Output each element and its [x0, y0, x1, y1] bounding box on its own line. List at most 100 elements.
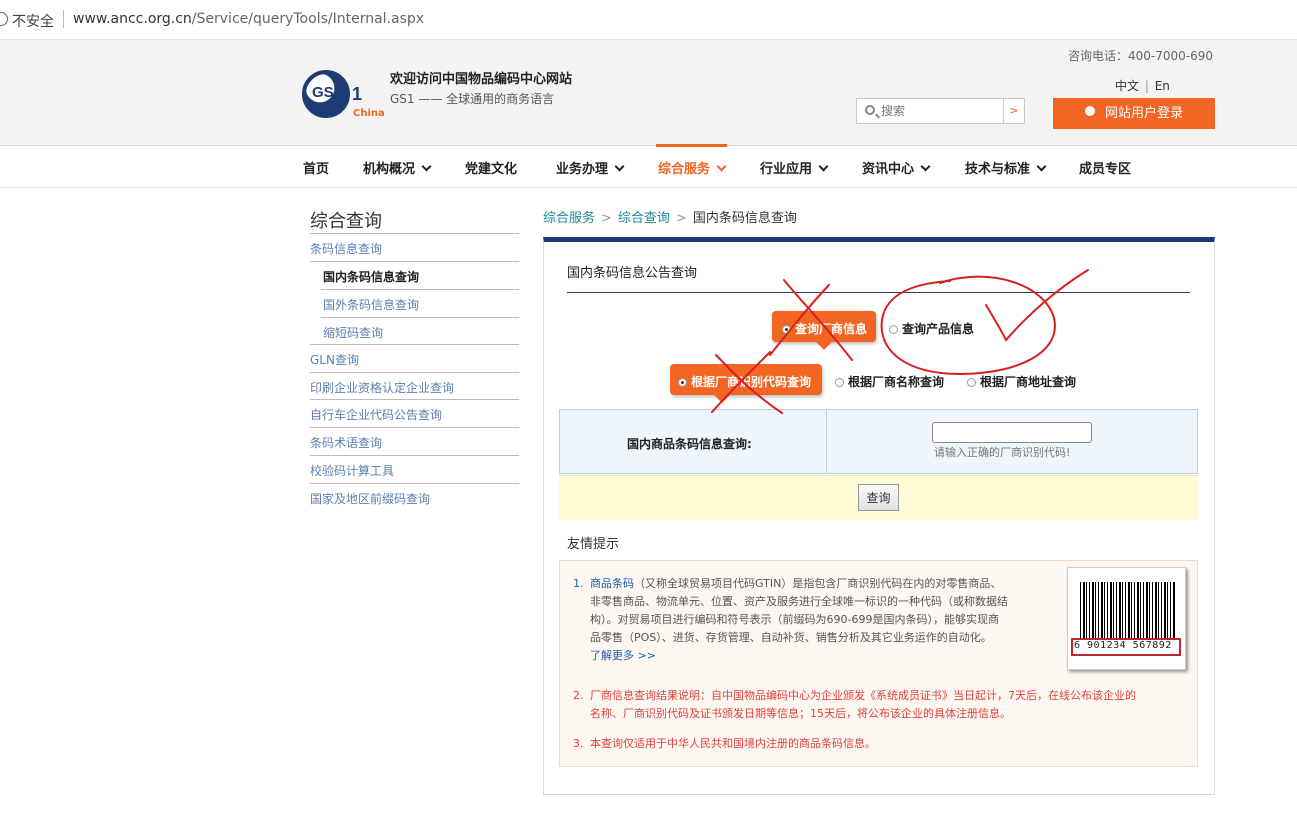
learn-more-link[interactable]: 了解更多 >> [590, 647, 1060, 665]
radio-icon [889, 325, 898, 334]
query-button[interactable]: 查询 [858, 484, 899, 511]
site-header: GS 1 China 欢迎访问中国物品编码中心网站 GS1 —— 全球通用的商务… [0, 40, 1297, 146]
query-type-manufacturer-label: 查询厂商信息 [795, 322, 868, 336]
tip-1-line-3: 构）。对贸易项目进行编码和符号表示（前缀码为690-699是国内条码），能够实现… [590, 613, 999, 626]
barcode-bars [1080, 582, 1176, 644]
chevron-down-icon [1036, 161, 1047, 172]
lang-cn-link[interactable]: 中文 [1115, 79, 1139, 93]
sidebar-item-prefix[interactable]: 国家及地区前缀码查询 [310, 490, 430, 507]
nav-standards[interactable]: 技术与标准 [965, 158, 1047, 177]
sidebar-title: 综合查询 [310, 211, 382, 232]
sidebar-item-bicycle[interactable]: 自行车企业代码公告查询 [310, 406, 442, 423]
tip-number: 1. [573, 577, 584, 590]
query-type-product[interactable]: 查询产品信息 [889, 320, 974, 337]
tip-item-1: 1. 商品条码（又称全球贸易项目代码GTIN）是指包含厂商识别代码在内的对零售商… [573, 575, 1060, 665]
sidebar-divider [310, 427, 519, 428]
sidebar-divider [310, 372, 519, 373]
sidebar-item-barcode-info[interactable]: 条码信息查询 [310, 240, 382, 257]
breadcrumb-services[interactable]: 综合服务 [543, 211, 595, 226]
radio-icon [835, 378, 844, 387]
nav-services[interactable]: 综合服务 [655, 144, 728, 177]
hotline-text: 咨询电话：400-7000-690 [1068, 49, 1214, 63]
sidebar-item-checkdigit[interactable]: 校验码计算工具 [310, 462, 394, 479]
query-by-name[interactable]: 根据厂商名称查询 [835, 373, 944, 390]
query-form: 国内商品条码信息查询: 请输入正确的厂商识别代码! [559, 409, 1198, 474]
nav-news-label: 资讯中心 [862, 162, 915, 177]
breadcrumb-current: 国内条码信息查询 [692, 211, 797, 226]
search-input[interactable] [881, 102, 999, 120]
tip-3-line-1: 本查询仅适用于中华人民共和国境内注册的商品条码信息。 [590, 737, 876, 750]
info-icon[interactable] [0, 12, 8, 26]
manufacturer-code-input[interactable] [932, 422, 1092, 443]
sidebar-item-short-code[interactable]: 缩短码查询 [323, 324, 383, 341]
chevron-down-icon [614, 161, 625, 172]
sidebar-divider [310, 455, 519, 456]
login-button[interactable]: 网站用户登录 [1053, 98, 1215, 129]
search-icon [865, 105, 875, 115]
sidebar-divider [310, 483, 519, 484]
breadcrumb-separator: > [601, 211, 612, 226]
query-by-code-option: 根据厂商识别代码查询 [678, 373, 811, 390]
nav-home[interactable]: 首页 [303, 158, 329, 177]
browser-address-bar[interactable]: 不安全 www.ancc.org.cn/Service/queryTools/I… [0, 0, 1297, 40]
gs1-logo-one: 1 [352, 84, 363, 104]
gs1-logo-china: China [353, 108, 385, 119]
lang-en-link[interactable]: En [1155, 79, 1170, 93]
query-by-code[interactable]: 根据厂商识别代码查询 [670, 364, 822, 403]
sidebar-divider [321, 317, 519, 318]
query-by-code-label: 根据厂商识别代码查询 [691, 375, 812, 389]
login-label: 网站用户登录 [1104, 106, 1183, 121]
user-icon [1084, 106, 1095, 116]
radio-icon [967, 378, 976, 387]
nav-standards-label: 技术与标准 [965, 162, 1031, 177]
barcode-digits: 6 901234 567892 [1074, 640, 1172, 651]
site-title: 欢迎访问中国物品编码中心网站 [390, 72, 573, 87]
nav-news[interactable]: 资讯中心 [862, 158, 931, 177]
chevron-down-icon [716, 161, 727, 172]
sidebar-item-terms[interactable]: 条码术语查询 [310, 434, 382, 451]
tip-number: 3. [573, 737, 584, 750]
language-switch: 中文 | En [1115, 77, 1170, 94]
nav-business[interactable]: 业务办理 [556, 158, 625, 177]
breadcrumb-query[interactable]: 综合查询 [618, 211, 670, 226]
sidebar-divider [310, 399, 519, 400]
query-type-manufacturer-option: 查询厂商信息 [782, 320, 867, 337]
sidebar-item-printing[interactable]: 印刷企业资格认定企业查询 [310, 379, 454, 396]
tip-highlight-link[interactable]: 商品条码 [590, 577, 634, 590]
sidebar-item-gln[interactable]: GLN查询 [310, 351, 359, 368]
gs1-logo[interactable]: GS 1 China [302, 70, 385, 124]
query-by-address-label: 根据厂商地址查询 [980, 375, 1077, 389]
nav-industry[interactable]: 行业应用 [760, 158, 829, 177]
tip-1-text-1: （又称全球贸易项目代码GTIN）是指包含厂商识别代码在内的对零售商品、 [634, 577, 1002, 590]
submit-row: 查询 [559, 475, 1198, 520]
nav-about-label: 机构概况 [363, 162, 416, 177]
nav-party[interactable]: 党建文化 [465, 158, 517, 177]
security-label[interactable]: 不安全 [12, 11, 54, 31]
sidebar-divider [310, 344, 519, 345]
form-hint: 请输入正确的厂商识别代码! [934, 446, 1071, 459]
chevron-down-icon [920, 161, 931, 172]
url-text[interactable]: www.ancc.org.cn/Service/queryTools/Inter… [73, 11, 424, 27]
sidebar-item-foreign[interactable]: 国外条码信息查询 [323, 296, 419, 313]
query-type-manufacturer[interactable]: 查询厂商信息 [772, 311, 876, 350]
panel-title-rule [567, 292, 1190, 293]
search-submit-button[interactable]: > [1003, 98, 1025, 124]
search-box[interactable] [856, 98, 1004, 124]
sidebar-divider [321, 289, 519, 290]
query-by-address[interactable]: 根据厂商地址查询 [967, 373, 1076, 390]
query-by-name-label: 根据厂商名称查询 [848, 375, 945, 389]
breadcrumb: 综合服务 > 综合查询 > 国内条码信息查询 [543, 207, 797, 226]
sidebar-item-domestic[interactable]: 国内条码信息查询 [323, 268, 419, 285]
nav-services-label: 综合服务 [658, 162, 711, 177]
tip-item-3: 3. 本查询仅适用于中华人民共和国境内注册的商品条码信息。 [573, 735, 1190, 753]
url-path: /Service/queryTools/Internal.aspx [191, 11, 425, 27]
chevron-down-icon [421, 161, 432, 172]
nav-about[interactable]: 机构概况 [363, 158, 432, 177]
lang-separator: | [1144, 79, 1149, 93]
sidebar-divider [310, 261, 519, 262]
barcode-image: 6 901234 567892 [1067, 567, 1186, 670]
nav-members[interactable]: 成员专区 [1079, 158, 1131, 177]
radio-selected-icon [678, 378, 687, 387]
tip-1-line-1: 商品条码（又称全球贸易项目代码GTIN）是指包含厂商识别代码在内的对零售商品、 [590, 575, 1060, 593]
tip-item-2: 2. 厂商信息查询结果说明：自中国物品编码中心为企业颁发《系统成员证书》当日起计… [573, 687, 1190, 723]
